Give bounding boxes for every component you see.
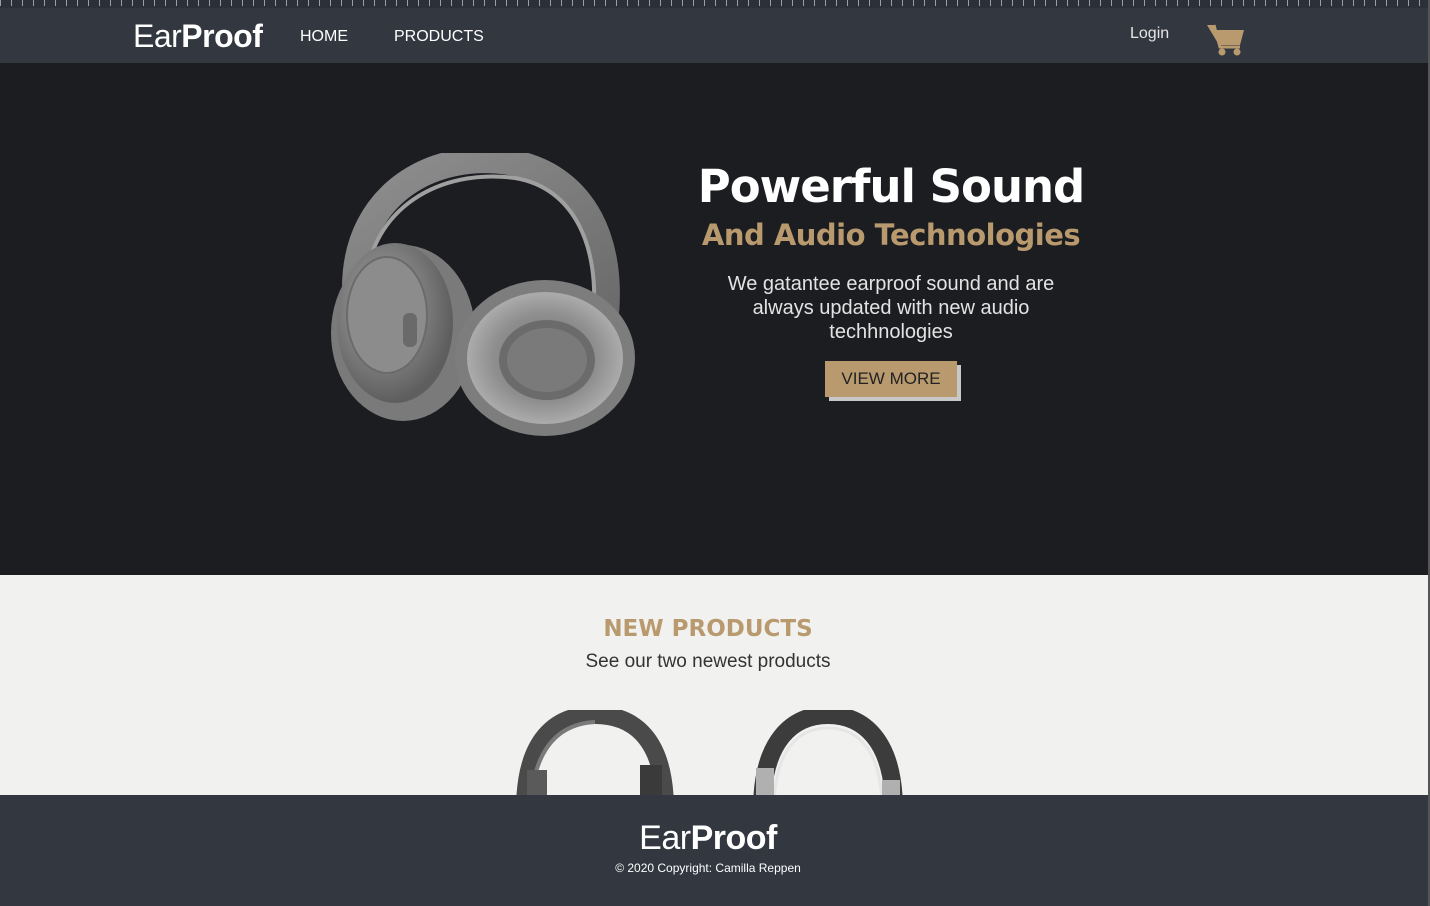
footer-logo-light-text: Ear [639,819,691,857]
brand-logo[interactable]: EarProof [133,18,263,54]
hero-title: Powerful Sound [697,160,1086,213]
footer-copyright: © 2020 Copyright: Camilla Reppen [615,861,801,875]
new-products-title: NEW PRODUCTS [603,616,813,642]
headphones-product-image[interactable] [515,710,675,795]
top-navbar: EarProof HOME PRODUCTS Login [0,8,1430,63]
hero-section: Powerful Sound And Audio Technologies We… [0,63,1430,575]
footer: EarProof © 2020 Copyright: Camilla Reppe… [0,795,1430,906]
shopping-cart-icon[interactable] [1206,21,1246,57]
headphones-image [331,153,635,436]
page: EarProof HOME PRODUCTS Login Powerful So… [0,0,1430,906]
new-products-subtitle: See our two newest products [585,651,831,672]
new-products-section: NEW PRODUCTS See our two newest products [0,575,1430,795]
headphones-product-image[interactable] [748,710,908,795]
login-link[interactable]: Login [1130,25,1169,43]
logo-light-text: Ear [133,18,182,54]
nav-home-link[interactable]: HOME [300,28,348,46]
hero-description: We gatantee earproof sound and are alway… [727,273,1055,343]
logo-bold-text: Proof [181,18,263,54]
footer-logo[interactable]: EarProof [0,819,1416,857]
hero-text-block: Powerful Sound And Audio Technologies We… [690,158,1092,397]
view-more-button[interactable]: VIEW MORE [825,361,957,397]
nav-products-link[interactable]: PRODUCTS [394,28,484,46]
hero-subtitle: And Audio Technologies [701,218,1081,252]
footer-logo-bold-text: Proof [690,819,778,857]
